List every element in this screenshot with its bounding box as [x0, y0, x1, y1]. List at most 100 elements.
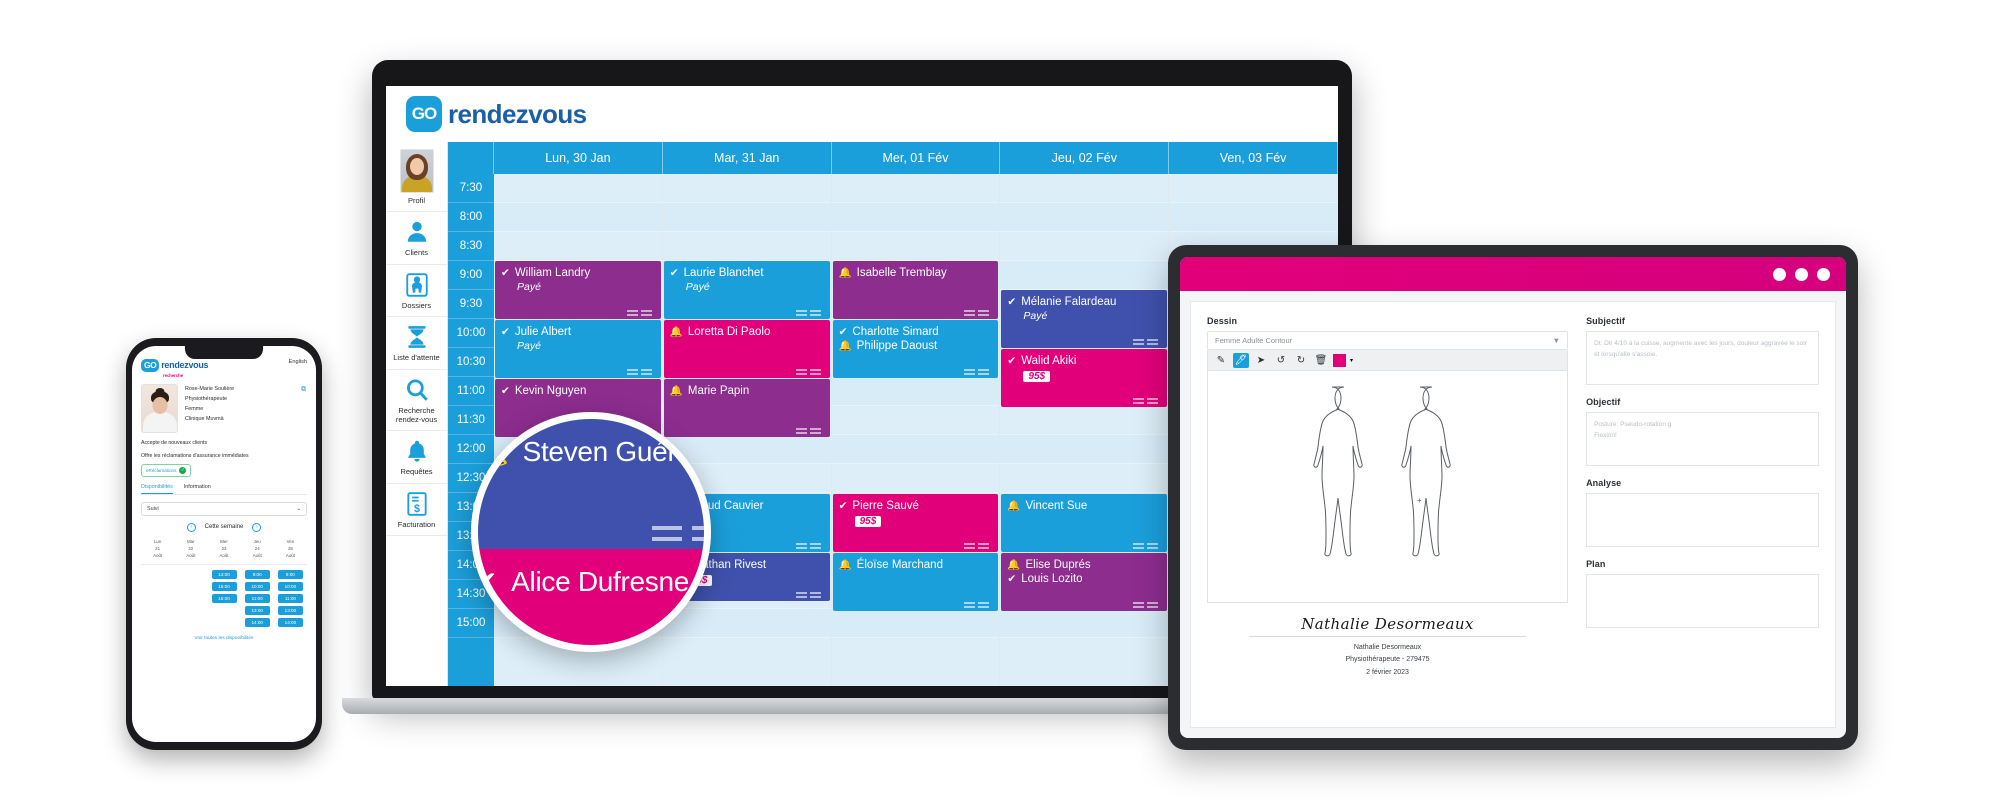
time-slot-button[interactable]: 15:00 — [211, 581, 237, 591]
appointment-block[interactable]: 🔔 Vincent Sue — [1001, 494, 1168, 552]
appointment-block[interactable]: 🔔 Elise Duprés ✔ Louis Lozito — [1001, 553, 1168, 611]
sidebar-item-clients[interactable]: Clients — [386, 212, 447, 265]
time-slot-button[interactable]: 10:00 — [277, 581, 303, 591]
appointment-block[interactable]: 🔔 Éloïse Marchand — [832, 553, 999, 611]
resize-grip[interactable] — [961, 536, 990, 548]
tab-information[interactable]: Information — [184, 484, 211, 494]
time-slot-button[interactable]: 16:00 — [211, 593, 237, 603]
see-all-availability-link[interactable]: Voir toutes les disponibilités — [132, 636, 316, 641]
time-slot-button[interactable]: 10:00 — [244, 581, 270, 591]
sidebar-item-requ-tes[interactable]: Requêtes — [386, 431, 447, 484]
calendar-cell[interactable] — [1000, 174, 1169, 203]
sidebar-item-facturation[interactable]: $ Facturation — [386, 484, 447, 536]
time-slot-button[interactable]: 11:00 — [277, 593, 303, 603]
redo-icon[interactable]: ↻ — [1293, 353, 1309, 368]
service-type-select[interactable]: Suivi ⌄ — [141, 501, 307, 516]
time-slot-button[interactable]: 9:00 — [277, 569, 303, 579]
calendar-cell[interactable] — [662, 203, 831, 232]
chevron-down-icon[interactable]: ▾ — [1350, 357, 1353, 364]
calendar-cell[interactable] — [1000, 232, 1169, 261]
calendar-cell[interactable] — [831, 464, 1000, 493]
field-textarea[interactable] — [1586, 493, 1819, 547]
tab-disponibilites[interactable]: Disponibilités — [141, 484, 173, 494]
time-slot-button[interactable]: 11:00 — [244, 593, 270, 603]
time-slot-button[interactable]: 14:00 — [211, 569, 237, 579]
appointment-block[interactable]: ✔ Charlotte Simard 🔔 Philippe Daoust — [832, 320, 999, 378]
external-link-icon[interactable]: ⧉ — [301, 386, 306, 394]
time-slot-button[interactable]: 14:00 — [244, 617, 270, 627]
calendar-cell[interactable] — [662, 232, 831, 261]
window-dot[interactable] — [1817, 267, 1830, 281]
resize-grip[interactable] — [793, 303, 821, 315]
resize-grip[interactable] — [793, 421, 821, 433]
calendar-cell[interactable] — [494, 174, 662, 203]
color-swatch[interactable] — [1333, 353, 1346, 367]
resize-grip[interactable] — [961, 303, 990, 315]
calendar-cell[interactable] — [831, 174, 1000, 203]
sidebar-item-recherche-rendez-vous[interactable]: Recherche rendez-vous — [386, 370, 447, 432]
calendar-cell[interactable] — [1169, 203, 1337, 232]
appointment-block[interactable]: ✔ Mélanie Falardeau Payé — [1001, 290, 1168, 348]
chevron-right-icon[interactable]: › — [252, 522, 262, 532]
body-diagram-canvas[interactable]: + — [1207, 371, 1569, 603]
resize-grip[interactable] — [793, 536, 821, 548]
time-slot-button[interactable]: 13:00 — [244, 605, 270, 615]
calendar-cell[interactable] — [1000, 406, 1169, 435]
appointment-block[interactable]: 🔔 Isabelle Tremblay — [832, 261, 999, 319]
day-column-2[interactable]: 🔔 Isabelle Tremblay ✔ Charlotte Simard 🔔 Phil… — [831, 174, 1001, 686]
calendar-cell[interactable] — [831, 435, 1000, 464]
time-slot-button[interactable]: 9:00 — [244, 569, 270, 579]
resize-grip[interactable] — [624, 362, 652, 374]
magnified-appointment-1[interactable]: 🔔 Steven Guérin — [478, 419, 704, 549]
pen-icon[interactable]: ✎ — [1213, 353, 1229, 368]
time-slot-button[interactable]: 14:00 — [277, 617, 303, 627]
calendar-cell[interactable] — [831, 406, 1000, 435]
resize-grip[interactable] — [793, 362, 821, 374]
resize-grip[interactable] — [1130, 595, 1159, 607]
resize-grip[interactable] — [624, 303, 652, 315]
chevron-left-icon[interactable]: ‹ — [186, 522, 196, 532]
undo-icon[interactable]: ↺ — [1273, 353, 1289, 368]
resize-grip[interactable] — [961, 362, 990, 374]
cursor-icon[interactable]: ➤ — [1253, 353, 1269, 368]
day-column-3[interactable]: ✔ Mélanie Falardeau Payé ✔ Walid Akiki 95$ 🔔 Vi… — [1000, 174, 1170, 686]
resize-grip[interactable] — [1130, 391, 1159, 403]
calendar-cell[interactable] — [831, 377, 1000, 406]
calendar-cell[interactable] — [1000, 261, 1169, 290]
sidebar-item-profil[interactable]: Profil — [386, 142, 447, 213]
appointment-block[interactable]: ✔ William Landry Payé — [495, 261, 661, 319]
day-header-1[interactable]: Mar, 31 Jan — [663, 142, 832, 174]
window-dot[interactable] — [1773, 267, 1786, 281]
resize-grip[interactable] — [793, 585, 821, 597]
time-slot-button[interactable]: 13:00 — [277, 605, 303, 615]
template-select[interactable]: Femme Adulte Contour ▼ — [1207, 331, 1569, 350]
appointment-block[interactable]: 🔔 Loretta Di Paolo — [663, 320, 830, 378]
field-textarea[interactable]: Dt: Dlr 4/10 à la cuisse, augmente avec … — [1586, 331, 1819, 385]
calendar-cell[interactable] — [1169, 174, 1337, 203]
window-dot[interactable] — [1795, 267, 1808, 281]
calendar-cell[interactable] — [494, 203, 662, 232]
magnified-appointment-2[interactable]: ✔ Alice Dufresne — [478, 549, 704, 645]
calendar-cell[interactable] — [831, 609, 1000, 638]
calendar-cell[interactable] — [1000, 203, 1169, 232]
sidebar-item-dossiers[interactable]: Dossiers — [386, 265, 447, 318]
field-textarea[interactable]: Posture: Pseudo-rotation g Flexion! — [1586, 412, 1819, 466]
trash-icon[interactable]: 🗑 — [1313, 353, 1329, 368]
resize-grip[interactable] — [1130, 536, 1159, 548]
calendar-cell[interactable] — [1000, 435, 1169, 464]
appointment-block[interactable]: ✔ Walid Akiki 95$ — [1001, 349, 1168, 407]
calendar-cell[interactable] — [831, 232, 1000, 261]
day-header-2[interactable]: Mer, 01 Fév — [832, 142, 1001, 174]
resize-grip[interactable] — [642, 517, 704, 535]
sidebar-item-liste-d-attente[interactable]: Liste d'attente — [386, 317, 447, 370]
language-switcher[interactable]: English — [289, 359, 307, 365]
resize-grip[interactable] — [1130, 332, 1159, 344]
calendar-cell[interactable] — [1000, 464, 1169, 493]
day-header-0[interactable]: Lun, 30 Jan — [494, 142, 663, 174]
go-logo-icon[interactable]: GO — [406, 96, 442, 132]
calendar-cell[interactable] — [662, 174, 831, 203]
phone-logo[interactable]: GO rendezvous recherche — [141, 359, 209, 378]
calendar-cell[interactable] — [1000, 609, 1169, 638]
highlighter-icon[interactable]: 🖊 — [1233, 352, 1249, 368]
field-textarea[interactable] — [1586, 574, 1819, 628]
